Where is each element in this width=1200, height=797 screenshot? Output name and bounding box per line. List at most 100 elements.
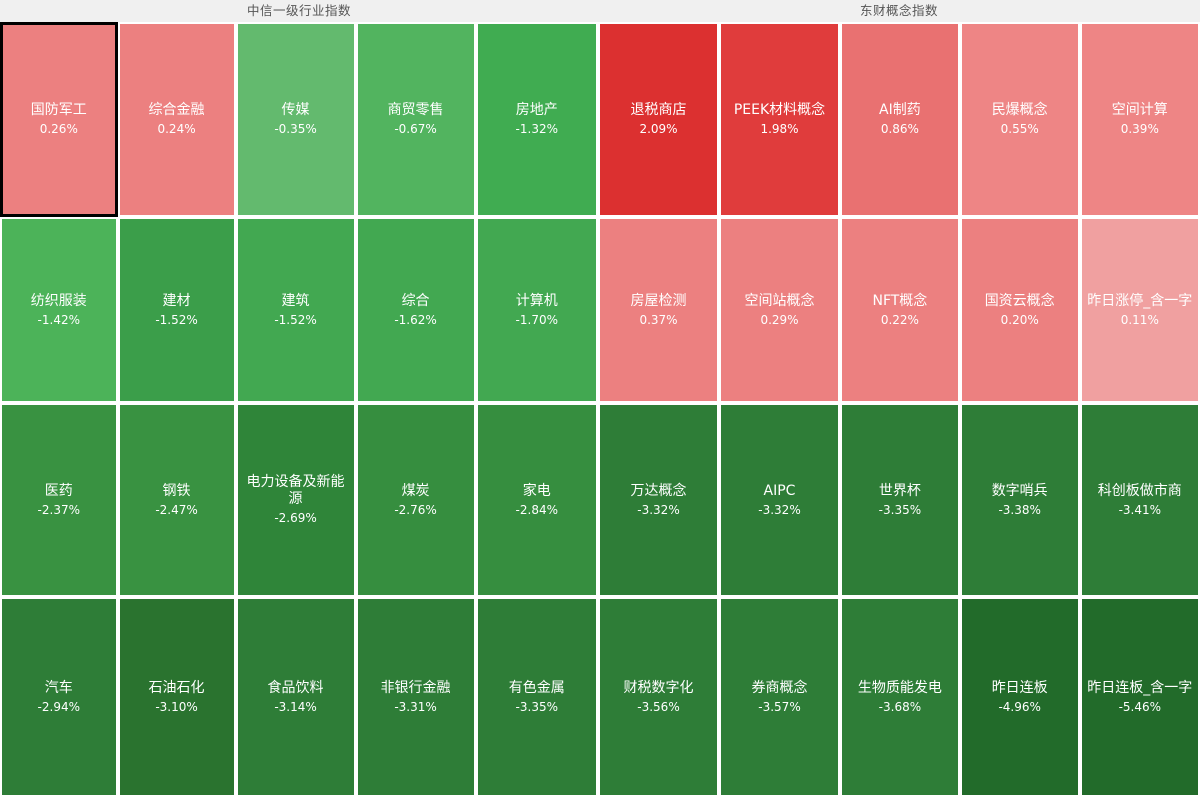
treemap-tile[interactable]: AI制药 0.86% — [840, 22, 960, 218]
tile-change-value: -2.94% — [37, 699, 80, 714]
heatmap-root: 中信一级行业指数 国防军工 0.26% 综合金融 0.24% 传媒 -0.35% 商贸零售 -… — [0, 0, 1200, 797]
treemap-tile[interactable]: 空间站概念 0.29% — [719, 217, 840, 404]
treemap-tile[interactable]: 房屋检测 0.37% — [598, 217, 719, 404]
tile-change-value: -0.67% — [394, 122, 437, 137]
treemap-tile[interactable]: 食品饮料 -3.14% — [235, 597, 356, 797]
tile-change-value: -1.52% — [155, 312, 198, 327]
treemap-tile[interactable]: 医药 -2.37% — [0, 403, 118, 598]
tile-label: 国资云概念 — [984, 292, 1055, 309]
treemap-tile[interactable]: AIPC -3.32% — [719, 403, 840, 598]
treemap-tile[interactable]: 家电 -2.84% — [475, 403, 598, 598]
tile-change-value: -2.47% — [155, 502, 198, 517]
treemap-tile[interactable]: 钢铁 -2.47% — [117, 403, 236, 598]
treemap-tile[interactable]: 国资云概念 0.20% — [959, 217, 1080, 404]
treemap-tile[interactable]: 科创板做市商 -3.41% — [1079, 403, 1200, 598]
panel-concept-index: 东财概念指数 退税商店 2.09% PEEK材料概念 1.98% AI制药 0.86% 民爆… — [598, 0, 1200, 797]
treemap-tile[interactable]: 商贸零售 -0.67% — [355, 22, 476, 218]
treemap-tile[interactable]: 国防军工 0.26% — [0, 22, 118, 218]
tile-change-value: -0.35% — [274, 122, 317, 137]
treemap-tile[interactable]: 生物质能发电 -3.68% — [840, 597, 960, 797]
treemap-tile[interactable]: 空间计算 0.39% — [1079, 22, 1200, 218]
tile-change-value: 1.98% — [760, 122, 799, 137]
tile-label: 房屋检测 — [630, 292, 687, 309]
tile-label: PEEK材料概念 — [733, 102, 826, 119]
tile-change-value: -3.68% — [878, 699, 922, 714]
treemap-tile[interactable]: 世界杯 -3.35% — [840, 403, 960, 598]
treemap-tile[interactable]: 计算机 -1.70% — [475, 217, 598, 404]
treemap-tile[interactable]: 有色金属 -3.35% — [475, 597, 598, 797]
tile-change-value: 0.20% — [1000, 312, 1039, 327]
treemap-tile[interactable]: 电力设备及新能源 -2.69% — [235, 403, 356, 598]
panel-body-industry: 国防军工 0.26% 综合金融 0.24% 传媒 -0.35% 商贸零售 -0.67% 房地产 -… — [0, 22, 598, 797]
tile-change-value: 0.37% — [639, 312, 678, 327]
tile-change-value: -2.37% — [37, 502, 80, 517]
tile-label: 汽车 — [44, 679, 73, 696]
tile-label: 空间站概念 — [744, 292, 815, 309]
treemap-tile[interactable]: 昨日涨停_含一字 0.11% — [1079, 217, 1200, 404]
treemap-tile[interactable]: 综合金融 0.24% — [117, 22, 236, 218]
tile-change-value: -3.32% — [637, 502, 680, 517]
treemap-tile[interactable]: 财税数字化 -3.56% — [598, 597, 719, 797]
treemap-tile[interactable]: 万达概念 -3.32% — [598, 403, 719, 598]
tile-change-value: 0.24% — [157, 122, 196, 137]
treemap-row: 国防军工 0.26% 综合金融 0.24% 传媒 -0.35% 商贸零售 -0.67% 房地产 -… — [0, 22, 598, 218]
treemap-row: 汽车 -2.94% 石油石化 -3.10% 食品饮料 -3.14% 非银行金融 -3.31% 有… — [0, 597, 598, 797]
tile-change-value: -2.84% — [515, 502, 558, 517]
treemap-tile[interactable]: 传媒 -0.35% — [235, 22, 356, 218]
treemap-tile[interactable]: 房地产 -1.32% — [475, 22, 598, 218]
tile-change-value: 0.11% — [1120, 312, 1159, 327]
panel-title-concept: 东财概念指数 — [598, 0, 1200, 22]
treemap-tile[interactable]: 券商概念 -3.57% — [719, 597, 840, 797]
tile-label: 食品饮料 — [267, 679, 324, 696]
treemap-tile[interactable]: PEEK材料概念 1.98% — [719, 22, 840, 218]
treemap-tile[interactable]: 非银行金融 -3.31% — [355, 597, 476, 797]
tile-change-value: -1.32% — [515, 122, 558, 137]
tile-label: AI制药 — [879, 102, 921, 119]
treemap-row: 万达概念 -3.32% AIPC -3.32% 世界杯 -3.35% 数字哨兵 -3.38% 科… — [598, 403, 1200, 598]
treemap-row: 房屋检测 0.37% 空间站概念 0.29% NFT概念 0.22% 国资云概念 0.20% 昨… — [598, 217, 1200, 404]
tile-label: 非银行金融 — [380, 679, 451, 696]
tile-label: 医药 — [44, 482, 73, 499]
panel-body-concept: 退税商店 2.09% PEEK材料概念 1.98% AI制药 0.86% 民爆概念 0.55%… — [598, 22, 1200, 797]
tile-label: AIPC — [763, 482, 796, 499]
tile-change-value: 0.22% — [880, 312, 919, 327]
treemap-tile[interactable]: 建筑 -1.52% — [235, 217, 356, 404]
tile-label: 商贸零售 — [387, 102, 444, 119]
treemap-tile[interactable]: 数字哨兵 -3.38% — [959, 403, 1080, 598]
tile-change-value: -1.42% — [37, 312, 80, 327]
treemap-tile[interactable]: 退税商店 2.09% — [598, 22, 719, 218]
tile-change-value: -3.31% — [394, 699, 437, 714]
treemap-tile[interactable]: 汽车 -2.94% — [0, 597, 118, 797]
tile-change-value: -2.76% — [394, 502, 437, 517]
tile-label: 财税数字化 — [623, 679, 694, 696]
treemap-tile[interactable]: 昨日连板_含一字 -5.46% — [1079, 597, 1200, 797]
treemap-tile[interactable]: 煤炭 -2.76% — [355, 403, 476, 598]
treemap-tile[interactable]: 建材 -1.52% — [117, 217, 236, 404]
tile-change-value: -1.62% — [394, 312, 437, 327]
tile-label: 煤炭 — [401, 482, 430, 499]
tile-label: 科创板做市商 — [1097, 482, 1182, 499]
treemap-row: 退税商店 2.09% PEEK材料概念 1.98% AI制药 0.86% 民爆概念 0.55%… — [598, 22, 1200, 218]
treemap-tile[interactable]: 民爆概念 0.55% — [959, 22, 1080, 218]
tile-change-value: 0.29% — [760, 312, 799, 327]
treemap-tile[interactable]: 石油石化 -3.10% — [117, 597, 236, 797]
tile-change-value: -1.70% — [515, 312, 558, 327]
tile-change-value: -2.69% — [274, 511, 317, 526]
tile-label: 生物质能发电 — [857, 679, 942, 696]
tile-label: 民爆概念 — [991, 102, 1048, 119]
treemap-row: 财税数字化 -3.56% 券商概念 -3.57% 生物质能发电 -3.68% 昨日连板 -4.… — [598, 597, 1200, 797]
treemap-tile[interactable]: NFT概念 0.22% — [840, 217, 960, 404]
tile-label: 空间计算 — [1111, 102, 1168, 119]
tile-label: 电力设备及新能源 — [246, 474, 345, 508]
tile-label: 有色金属 — [508, 679, 565, 696]
tile-label: 数字哨兵 — [991, 482, 1048, 499]
tile-label: 建材 — [162, 292, 191, 309]
tile-label: 昨日涨停_含一字 — [1087, 292, 1193, 309]
treemap-tile[interactable]: 综合 -1.62% — [355, 217, 476, 404]
treemap-tile[interactable]: 纺织服装 -1.42% — [0, 217, 118, 404]
treemap-tile[interactable]: 昨日连板 -4.96% — [959, 597, 1080, 797]
tile-change-value: -3.38% — [998, 502, 1041, 517]
tile-label: 纺织服装 — [30, 292, 87, 309]
tile-change-value: 0.39% — [1120, 122, 1159, 137]
tile-label: 昨日连板 — [991, 679, 1048, 696]
